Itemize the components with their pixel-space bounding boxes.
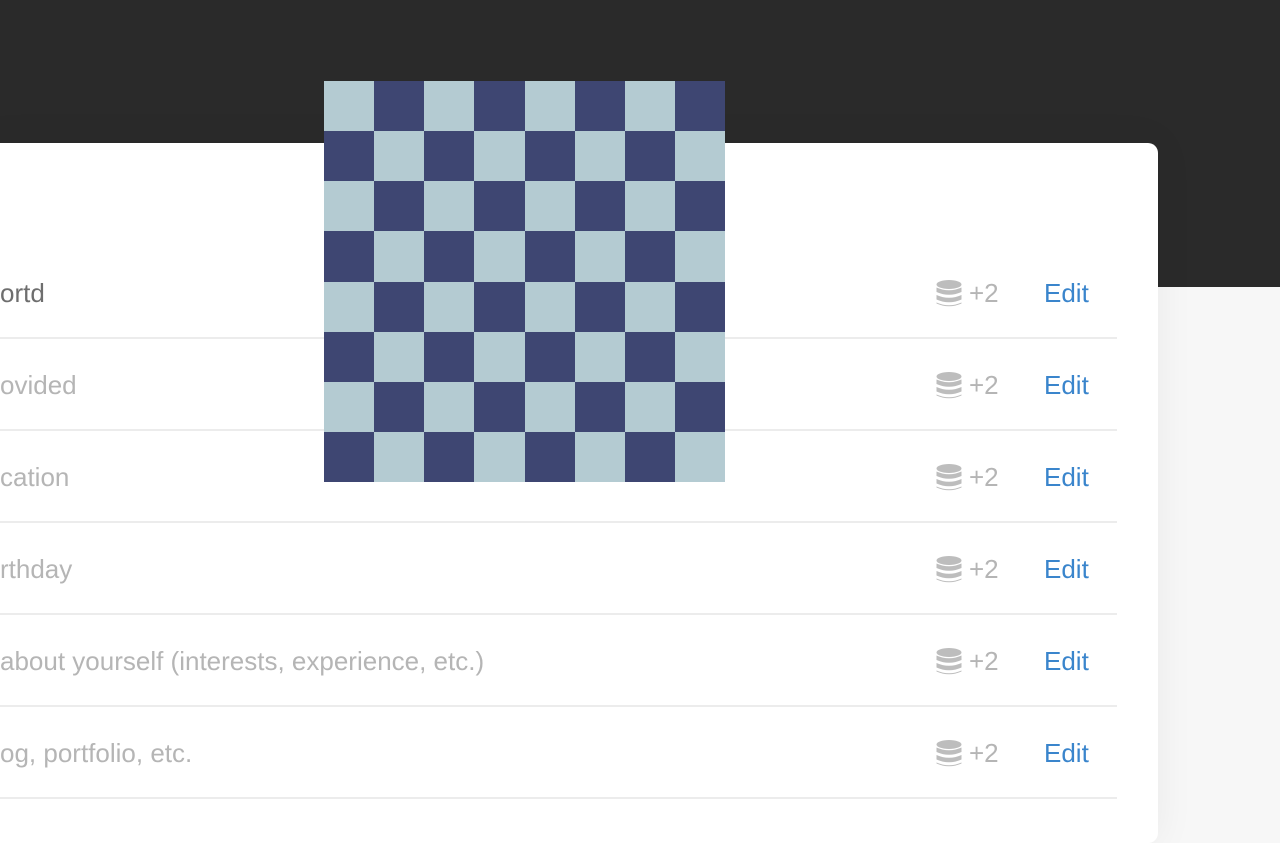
checker-cell: [324, 331, 375, 382]
database-icon: [936, 648, 962, 676]
checker-cell: [374, 281, 425, 332]
checker-cell: [424, 231, 475, 282]
checker-cell: [424, 281, 475, 332]
checker-cell: [524, 181, 575, 232]
checker-cell: [574, 231, 625, 282]
edit-button[interactable]: Edit: [1044, 615, 1089, 707]
checker-cell: [574, 181, 625, 232]
checker-cell: [674, 131, 725, 182]
field-row: about yourself (interests, experience, e…: [0, 615, 1117, 707]
checker-cell: [624, 381, 675, 432]
edit-button[interactable]: Edit: [1044, 431, 1089, 523]
checker-cell: [324, 381, 375, 432]
checker-cell: [424, 381, 475, 432]
checker-cell: [674, 231, 725, 282]
field-value: og, portfolio, etc.: [0, 738, 193, 768]
checker-cell: [424, 331, 475, 382]
database-icon: [936, 464, 962, 492]
checker-cell: [374, 431, 425, 482]
checker-cell: [374, 81, 425, 132]
checker-cell: [424, 181, 475, 232]
checker-cell: [324, 181, 375, 232]
checker-cell: [324, 281, 375, 332]
source-count: +2: [969, 462, 999, 492]
checker-cell: [674, 331, 725, 382]
checker-cell: [374, 381, 425, 432]
source-count: +2: [969, 370, 999, 400]
checker-cell: [324, 131, 375, 182]
checker-cell: [624, 431, 675, 482]
checker-cell: [624, 131, 675, 182]
checker-cell: [524, 131, 575, 182]
database-icon: [936, 280, 962, 308]
checker-cell: [474, 281, 525, 332]
checker-cell: [374, 131, 425, 182]
checker-cell: [674, 281, 725, 332]
field-row: og, portfolio, etc. +2 Edit: [0, 707, 1117, 799]
edit-button[interactable]: Edit: [1044, 247, 1089, 339]
checker-cell: [624, 81, 675, 132]
checker-cell: [324, 431, 375, 482]
checker-cell: [524, 231, 575, 282]
checker-cell: [674, 81, 725, 132]
checker-cell: [474, 381, 525, 432]
field-value: cation: [0, 462, 70, 492]
checker-cell: [574, 81, 625, 132]
source-count: +2: [969, 646, 999, 676]
field-value: rthday: [0, 554, 73, 584]
database-icon: [936, 372, 962, 400]
checker-cell: [524, 331, 575, 382]
checker-cell: [474, 431, 525, 482]
field-value: ortd: [0, 278, 45, 308]
checker-cell: [624, 331, 675, 382]
checker-cell: [324, 81, 375, 132]
checker-cell: [624, 231, 675, 282]
edit-button[interactable]: Edit: [1044, 523, 1089, 615]
database-icon: [936, 740, 962, 768]
checkerboard-image: [324, 81, 725, 482]
checker-cell: [474, 181, 525, 232]
checker-cell: [574, 331, 625, 382]
checker-cell: [574, 381, 625, 432]
checker-cell: [374, 181, 425, 232]
checker-cell: [324, 231, 375, 282]
checker-cell: [474, 331, 525, 382]
edit-button[interactable]: Edit: [1044, 707, 1089, 799]
checker-cell: [674, 431, 725, 482]
checker-cell: [574, 281, 625, 332]
checker-cell: [674, 181, 725, 232]
checker-cell: [624, 181, 675, 232]
field-value: ovided: [0, 370, 77, 400]
database-icon: [936, 556, 962, 584]
checker-cell: [524, 281, 575, 332]
checker-cell: [624, 281, 675, 332]
checker-cell: [424, 131, 475, 182]
checker-cell: [374, 331, 425, 382]
checker-cell: [524, 81, 575, 132]
field-row: rthday +2 Edit: [0, 523, 1117, 615]
checker-cell: [524, 431, 575, 482]
edit-button[interactable]: Edit: [1044, 339, 1089, 431]
checker-cell: [574, 431, 625, 482]
checker-cell: [374, 231, 425, 282]
checker-cell: [424, 431, 475, 482]
field-value: about yourself (interests, experience, e…: [0, 646, 485, 676]
checker-cell: [574, 131, 625, 182]
checker-cell: [474, 231, 525, 282]
checker-cell: [474, 131, 525, 182]
source-count: +2: [969, 278, 999, 308]
checker-cell: [474, 81, 525, 132]
checker-cell: [524, 381, 575, 432]
checker-cell: [674, 381, 725, 432]
source-count: +2: [969, 554, 999, 584]
checker-cell: [424, 81, 475, 132]
source-count: +2: [969, 738, 999, 768]
